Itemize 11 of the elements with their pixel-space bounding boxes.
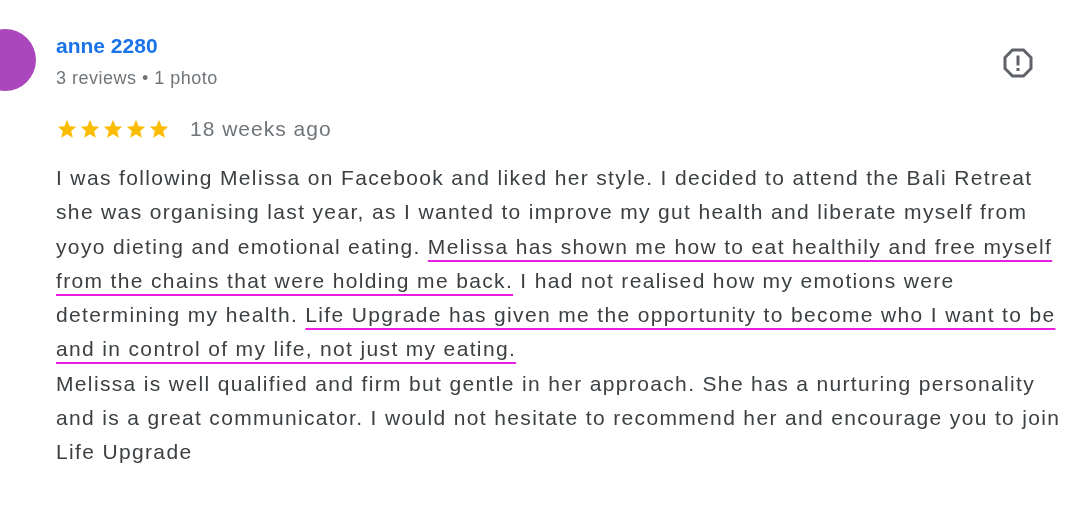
report-icon[interactable]: [1002, 47, 1034, 79]
review-text: Melissa is well qualified and firm but gentle in her approach. She has a nurturing personality and is a great communicator. I would not hesitate to recommend her and encourage you to join Life Upgrade: [56, 370, 1062, 466]
star-icon: [56, 118, 78, 140]
star-icon: [102, 118, 124, 140]
review-text: I was following Melissa on Facebook and liked her style. I decided to attend the Bali Retreat she was organising last year, as I wanted to improve my gut health and liberate myself from yoyo dieting and emotional eating. Melissa has shown me how to eat healthily and free myself from the chains that were holding me back. I had not realised how my emotions were determining my health. Life Upgrade has given me the opportunity to become who I want to be and in control of my life, not just my eating.: [56, 165, 1057, 363]
star-icon: [125, 118, 147, 140]
author-name[interactable]: anne 2280: [56, 32, 218, 60]
star-icon: [79, 118, 101, 140]
reviewer-stats: 3 reviews • 1 photo: [56, 67, 218, 90]
review-date: 18 weeks ago: [190, 117, 332, 141]
star-icon: [148, 118, 170, 140]
